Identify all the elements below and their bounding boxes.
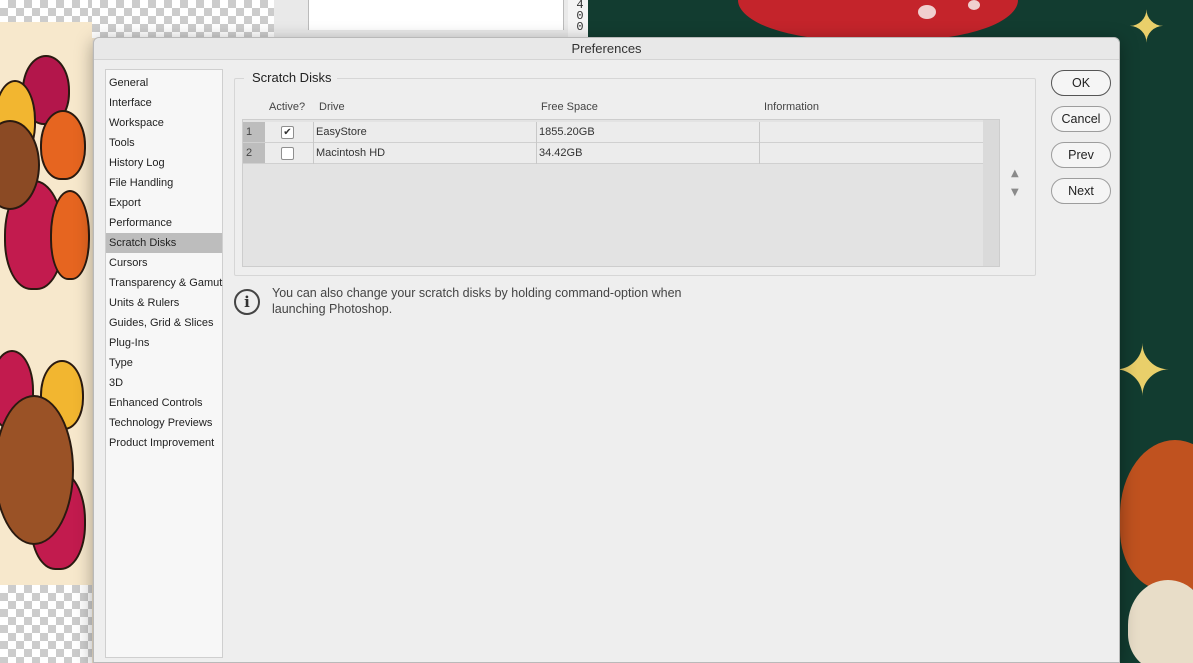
canvas-area (308, 0, 564, 30)
sparkle-icon: ✦ (1113, 330, 1172, 412)
sidebar-item-guides-grid-slices[interactable]: Guides, Grid & Slices (106, 313, 222, 333)
sidebar-item-performance[interactable]: Performance (106, 213, 222, 233)
background-artwork-left (0, 0, 92, 663)
sidebar-item-plug-ins[interactable]: Plug-Ins (106, 333, 222, 353)
sidebar-item-interface[interactable]: Interface (106, 93, 222, 113)
free-space-value: 34.42GB (539, 147, 583, 159)
active-checkbox[interactable] (281, 147, 294, 160)
ok-button[interactable]: OK (1051, 70, 1111, 96)
drive-name: Macintosh HD (316, 147, 386, 159)
scratch-disks-table: 1 ✔ EasyStore 1855.20GB 2 Macintosh HD 3… (242, 119, 1000, 267)
info-icon: i (234, 289, 260, 315)
free-space-value: 1855.20GB (539, 126, 595, 138)
sidebar-item-units-rulers[interactable]: Units & Rulers (106, 293, 222, 313)
mushroom-cap (1120, 440, 1193, 590)
sidebar-item-export[interactable]: Export (106, 193, 222, 213)
next-button[interactable]: Next (1051, 178, 1111, 204)
preferences-sidebar: General Interface Workspace Tools Histor… (105, 69, 223, 658)
sidebar-item-file-handling[interactable]: File Handling (106, 173, 222, 193)
transparency-checkerboard (92, 0, 274, 38)
row-number: 2 (243, 143, 265, 163)
table-row[interactable]: 1 ✔ EasyStore 1855.20GB (243, 122, 983, 143)
active-checkbox[interactable]: ✔ (281, 126, 294, 139)
transparency-checkerboard (0, 0, 92, 22)
column-divider (536, 122, 537, 143)
mushroom-stem (1128, 580, 1193, 663)
sidebar-item-technology-previews[interactable]: Technology Previews (106, 413, 222, 433)
sidebar-item-type[interactable]: Type (106, 353, 222, 373)
table-row[interactable]: 2 Macintosh HD 34.42GB (243, 143, 983, 164)
drive-name: EasyStore (316, 126, 367, 138)
checkmark-icon: ✔ (283, 127, 292, 138)
move-up-icon[interactable]: ▲ (1011, 168, 1019, 179)
column-divider (536, 143, 537, 164)
sidebar-item-history-log[interactable]: History Log (106, 153, 222, 173)
column-divider (313, 122, 314, 143)
prev-button[interactable]: Prev (1051, 142, 1111, 168)
column-header-information: Information (764, 101, 820, 113)
mushroom-spot (918, 5, 936, 19)
column-header-drive: Drive (319, 101, 345, 113)
column-divider (313, 143, 314, 164)
info-text: You can also change your scratch disks b… (272, 286, 682, 316)
sidebar-item-general[interactable]: General (106, 73, 222, 93)
cancel-button[interactable]: Cancel (1051, 106, 1111, 132)
feather-shape (40, 110, 86, 180)
column-header-active: Active? (269, 101, 306, 113)
sidebar-item-product-improvement[interactable]: Product Improvement (106, 433, 222, 453)
preferences-dialog: Preferences General Interface Workspace … (93, 37, 1120, 663)
column-header-free-space: Free Space (541, 101, 598, 113)
sidebar-item-enhanced-controls[interactable]: Enhanced Controls (106, 393, 222, 413)
dialog-title: Preferences (94, 38, 1119, 60)
feather-shape (50, 190, 90, 280)
sidebar-item-3d[interactable]: 3D (106, 373, 222, 393)
transparency-checkerboard (0, 585, 92, 663)
sidebar-item-cursors[interactable]: Cursors (106, 253, 222, 273)
sidebar-item-tools[interactable]: Tools (106, 133, 222, 153)
table-scrollbar[interactable] (983, 120, 999, 266)
row-number: 1 (243, 122, 265, 142)
sidebar-item-scratch-disks[interactable]: Scratch Disks (106, 233, 222, 253)
group-title: Scratch Disks (244, 70, 338, 85)
sidebar-item-workspace[interactable]: Workspace (106, 113, 222, 133)
sidebar-item-transparency-gamut[interactable]: Transparency & Gamut (106, 273, 222, 293)
background-canvas-strip: 4 0 0 (92, 0, 592, 38)
column-divider (759, 122, 760, 143)
column-divider (759, 143, 760, 164)
mushroom-spot (968, 0, 980, 10)
move-down-icon[interactable]: ▼ (1011, 187, 1019, 198)
sparkle-icon: ✦ (1128, 2, 1165, 53)
